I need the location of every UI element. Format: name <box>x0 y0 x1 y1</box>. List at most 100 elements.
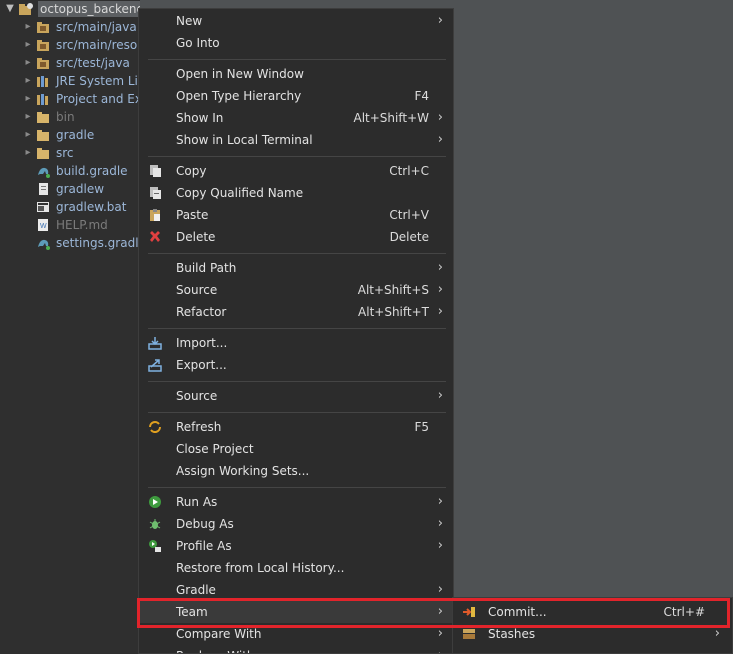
menu-item-replace-with[interactable]: Replace With › <box>139 645 453 653</box>
tree-item-label: gradlew <box>56 182 105 196</box>
copy-qualified-name-icon <box>150 187 161 199</box>
menu-item-new[interactable]: New › <box>139 10 453 32</box>
chevron-right-icon[interactable]: ▸ <box>22 144 34 162</box>
tree-item-label: bin <box>56 110 75 124</box>
tree-item[interactable]: ▸ JRE System Library <box>0 72 140 90</box>
stashes-icon <box>463 629 475 639</box>
tree-item-label: src/main/resources <box>56 38 140 52</box>
tree-item-label: src <box>56 146 74 160</box>
paste-icon <box>150 209 160 221</box>
menu-separator <box>148 156 446 157</box>
menu-separator <box>148 412 446 413</box>
chevron-right-icon: › <box>437 110 443 125</box>
menu-item-paste[interactable]: Paste Ctrl+V <box>139 204 453 226</box>
menu-separator <box>148 381 446 382</box>
menu-item-label: Compare With <box>176 627 262 641</box>
tree-item-label: HELP.md <box>56 218 108 232</box>
menu-item-build-path[interactable]: Build Path › <box>139 257 453 279</box>
menu-item-shortcut: Ctrl+C <box>389 164 429 178</box>
menu-item-label: Paste <box>176 208 209 222</box>
menu-item-label: Build Path <box>176 261 237 275</box>
menu-item-delete[interactable]: Delete Delete <box>139 226 453 248</box>
menu-item-label: Delete <box>176 230 216 244</box>
menu-item-gradle[interactable]: Gradle › <box>139 579 453 601</box>
menu-item-open-type-hierarchy[interactable]: Open Type Hierarchy F4 <box>139 85 453 107</box>
chevron-right-icon[interactable]: ▸ <box>22 90 34 108</box>
menu-item-run-as[interactable]: Run As › <box>139 491 453 513</box>
tree-item[interactable]: gradlew.bat <box>0 198 140 216</box>
menu-item-stashes[interactable]: Stashes › <box>453 623 732 645</box>
chevron-right-icon[interactable]: ▸ <box>22 72 34 90</box>
menu-item-refactor[interactable]: Refactor Alt+Shift+T › <box>139 301 453 323</box>
menu-separator <box>148 487 446 488</box>
svg-text:W: W <box>40 223 47 230</box>
chevron-right-icon[interactable]: ▸ <box>22 126 34 144</box>
tree-item[interactable]: gradlew <box>0 180 140 198</box>
tree-item[interactable]: ▸ Project and External Dependencies <box>0 90 140 108</box>
menu-item-assign-working-sets[interactable]: Assign Working Sets... <box>139 460 453 482</box>
menu-item-profile-as[interactable]: Profile As › <box>139 535 453 557</box>
chevron-right-icon: › <box>437 494 443 509</box>
menu-item-go-into[interactable]: Go Into <box>139 32 453 54</box>
menu-item-label: Export... <box>176 358 227 372</box>
team-submenu: Commit... Ctrl+# Stashes › <box>452 597 733 654</box>
library-icon <box>37 76 48 87</box>
menu-item-label: Source <box>176 283 218 297</box>
menu-item-copy-qualified-name[interactable]: Copy Qualified Name <box>139 182 453 204</box>
menu-item-source[interactable]: Source Alt+Shift+S › <box>139 279 453 301</box>
menu-item-show-in-local-terminal[interactable]: Show in Local Terminal › <box>139 129 453 151</box>
menu-item-open-in-new-window[interactable]: Open in New Window <box>139 63 453 85</box>
menu-separator <box>148 328 446 329</box>
export-icon <box>148 359 162 372</box>
menu-item-compare-with[interactable]: Compare With › <box>139 623 453 645</box>
chevron-right-icon[interactable]: ▸ <box>22 18 34 36</box>
menu-item-label: Open in New Window <box>176 67 304 81</box>
menu-item-commit[interactable]: Commit... Ctrl+# <box>453 601 732 623</box>
chevron-right-icon: › <box>437 582 443 597</box>
menu-item-label: Gradle <box>176 583 216 597</box>
tree-item[interactable]: build.gradle <box>0 162 140 180</box>
gradle-file-icon <box>38 239 50 250</box>
project-name: octopus_backend [boot] [devtools] [octop… <box>38 1 140 17</box>
chevron-right-icon: › <box>437 282 443 297</box>
chevron-down-icon[interactable]: ▼ <box>4 0 16 18</box>
source-folder-icon <box>37 22 49 33</box>
folder-icon <box>37 112 49 123</box>
menu-item-source[interactable]: Source › <box>139 385 453 407</box>
tree-item[interactable]: ▸ src/main/resources <box>0 36 140 54</box>
chevron-right-icon: › <box>437 626 443 641</box>
menu-item-debug-as[interactable]: Debug As › <box>139 513 453 535</box>
project-icon <box>19 3 33 15</box>
tree-item[interactable]: ▸ src <box>0 144 140 162</box>
tree-item[interactable]: ▸ gradle <box>0 126 140 144</box>
menu-item-import[interactable]: Import... <box>139 332 453 354</box>
debug-icon <box>149 519 161 529</box>
chevron-right-icon: › <box>437 538 443 553</box>
tree-item[interactable]: settings.gradle <box>0 234 140 252</box>
chevron-right-icon[interactable]: ▸ <box>22 54 34 72</box>
menu-item-show-in[interactable]: Show In Alt+Shift+W › <box>139 107 453 129</box>
menu-item-refresh[interactable]: Refresh F5 <box>139 416 453 438</box>
menu-item-restore-from-local-history[interactable]: Restore from Local History... <box>139 557 453 579</box>
tree-item-label: gradle <box>56 128 95 142</box>
menu-item-shortcut: Alt+Shift+W <box>353 111 430 125</box>
menu-item-label: Copy Qualified Name <box>176 186 304 200</box>
chevron-right-icon[interactable]: ▸ <box>22 108 34 126</box>
tree-item[interactable]: ▸ src/main/java <box>0 18 140 36</box>
menu-item-close-project[interactable]: Close Project <box>139 438 453 460</box>
menu-item-team[interactable]: Team › <box>139 601 453 623</box>
tree-root-project[interactable]: ▼ octopus_backend [boot] [devtools] [oct… <box>0 0 140 18</box>
menu-item-export[interactable]: Export... <box>139 354 453 376</box>
chevron-right-icon: › <box>437 304 443 319</box>
menu-item-copy[interactable]: Copy Ctrl+C <box>139 160 453 182</box>
refresh-icon <box>149 421 161 433</box>
tree-item[interactable]: W HELP.md <box>0 216 140 234</box>
tree-item-label: src/test/java <box>56 56 130 70</box>
menu-item-label: Team <box>176 605 208 619</box>
source-folder-icon <box>37 58 49 69</box>
tree-item[interactable]: ▸ src/test/java <box>0 54 140 72</box>
menu-item-label: Debug As <box>176 517 234 531</box>
chevron-right-icon[interactable]: ▸ <box>22 36 34 54</box>
tree-item[interactable]: ▸ bin <box>0 108 140 126</box>
folder-icon <box>37 148 49 159</box>
